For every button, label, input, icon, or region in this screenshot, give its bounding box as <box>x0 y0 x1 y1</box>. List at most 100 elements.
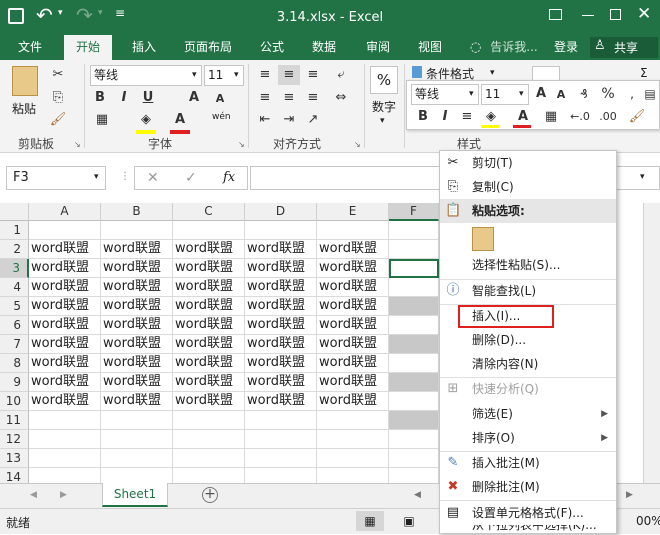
row-header[interactable]: 11 <box>0 411 29 430</box>
cell[interactable] <box>245 221 317 240</box>
cell[interactable]: word联盟 <box>29 259 101 278</box>
mini-increase-decimal-icon[interactable]: .00 <box>597 107 619 127</box>
new-sheet-icon[interactable]: + <box>202 487 218 503</box>
cell[interactable]: word联盟 <box>173 278 245 297</box>
ribbon-display-icon[interactable] <box>549 9 562 20</box>
hscroll-left-icon[interactable]: ◀ <box>414 490 421 500</box>
cell[interactable]: word联盟 <box>173 259 245 278</box>
cell[interactable]: word联盟 <box>101 316 173 335</box>
cell[interactable]: word联盟 <box>173 240 245 259</box>
font-color-icon[interactable]: A <box>170 110 190 130</box>
name-box[interactable]: F3 <box>6 166 106 190</box>
cell[interactable]: word联盟 <box>317 240 389 259</box>
cell[interactable]: word联盟 <box>317 392 389 411</box>
align-center-icon[interactable]: ≡ <box>278 88 300 108</box>
row-header[interactable]: 1 <box>0 221 29 240</box>
cell[interactable]: word联盟 <box>245 335 317 354</box>
tab-data[interactable]: 数据 <box>302 35 346 60</box>
tab-insert[interactable]: 插入 <box>122 35 166 60</box>
underline-icon[interactable]: U <box>138 88 158 108</box>
sheet-tab-sheet1[interactable]: Sheet1 <box>102 483 168 507</box>
tab-page-layout[interactable]: 页面布局 <box>176 35 240 60</box>
sum-icon[interactable]: Σ <box>640 66 648 80</box>
cell[interactable] <box>101 449 173 468</box>
bottom-align-icon[interactable]: ≡ <box>302 65 324 85</box>
menu-item-sort[interactable]: 排序(O) ▶ <box>440 426 616 450</box>
cell[interactable] <box>317 411 389 430</box>
mini-decrease-decimal-icon[interactable]: ←.0 <box>569 107 591 127</box>
menu-item-smart-lookup[interactable]: ⓘ 智能查找(L) <box>440 279 616 303</box>
insert-function-icon[interactable]: fx <box>223 170 235 185</box>
cell[interactable] <box>389 278 439 297</box>
cell[interactable]: word联盟 <box>173 297 245 316</box>
cell[interactable]: word联盟 <box>173 316 245 335</box>
cell[interactable]: word联盟 <box>245 316 317 335</box>
column-header-c[interactable]: C <box>173 203 245 221</box>
cell[interactable]: word联盟 <box>101 335 173 354</box>
menu-item-delete-comment[interactable]: ✖ 删除批注(M) <box>440 475 616 499</box>
enter-formula-icon[interactable]: ✓ <box>185 170 197 186</box>
phonetic-icon[interactable]: wén <box>212 112 231 122</box>
cell[interactable]: word联盟 <box>317 335 389 354</box>
mini-percent-icon[interactable]: % <box>597 84 619 104</box>
mini-bold-icon[interactable]: B <box>413 107 433 127</box>
cell[interactable] <box>173 468 245 483</box>
cell[interactable]: word联盟 <box>29 392 101 411</box>
cell[interactable]: word联盟 <box>101 297 173 316</box>
tab-home[interactable]: 开始 <box>64 35 112 60</box>
cell[interactable] <box>173 411 245 430</box>
cell[interactable]: word联盟 <box>317 316 389 335</box>
cell[interactable]: word联盟 <box>245 259 317 278</box>
cell[interactable]: word联盟 <box>245 392 317 411</box>
decrease-indent-icon[interactable]: ⇤ <box>254 110 276 130</box>
cell[interactable]: word联盟 <box>173 354 245 373</box>
cell[interactable] <box>29 221 101 240</box>
row-header[interactable]: 10 <box>0 392 29 411</box>
paste-icon[interactable] <box>12 66 38 96</box>
cell[interactable] <box>29 449 101 468</box>
cell[interactable]: word联盟 <box>29 278 101 297</box>
next-sheet-icon[interactable]: ▶ <box>60 490 67 500</box>
cell[interactable] <box>245 411 317 430</box>
menu-item-filter[interactable]: 筛选(E) ▶ <box>440 402 616 426</box>
share-button[interactable]: ♙ 共享 <box>590 37 658 58</box>
prev-sheet-icon[interactable]: ◀ <box>30 490 37 500</box>
shrink-font-icon[interactable]: A <box>210 89 230 109</box>
mini-font-color-icon[interactable]: A <box>513 107 533 127</box>
align-left-icon[interactable]: ≡ <box>254 88 276 108</box>
cell[interactable] <box>245 449 317 468</box>
copy-icon[interactable]: ⎘ <box>48 88 68 108</box>
cell[interactable] <box>173 221 245 240</box>
cell[interactable]: word联盟 <box>29 373 101 392</box>
cell[interactable]: word联盟 <box>317 354 389 373</box>
cell[interactable]: word联盟 <box>245 278 317 297</box>
row-header[interactable]: 4 <box>0 278 29 297</box>
cell[interactable]: word联盟 <box>245 354 317 373</box>
cell[interactable]: word联盟 <box>317 259 389 278</box>
cell[interactable] <box>389 297 439 316</box>
cancel-formula-icon[interactable]: ✕ <box>147 170 159 186</box>
column-header-d[interactable]: D <box>245 203 317 221</box>
column-header-b[interactable]: B <box>101 203 173 221</box>
increase-indent-icon[interactable]: ⇥ <box>278 110 300 130</box>
cell[interactable]: word联盟 <box>173 392 245 411</box>
align-right-icon[interactable]: ≡ <box>302 88 324 108</box>
cell[interactable] <box>245 430 317 449</box>
cell[interactable]: word联盟 <box>245 373 317 392</box>
menu-item-delete[interactable]: 删除(D)... <box>440 328 616 352</box>
orientation-icon[interactable]: ↗ <box>302 110 324 130</box>
customize-qat-icon[interactable]: ≡ <box>115 6 125 20</box>
number-dropdown-icon[interactable]: ▾ <box>380 116 385 126</box>
cell[interactable] <box>389 316 439 335</box>
row-header[interactable]: 5 <box>0 297 29 316</box>
signin-link[interactable]: 登录 <box>548 35 584 60</box>
middle-align-icon[interactable]: ≡ <box>278 65 300 85</box>
maximize-icon[interactable] <box>610 9 621 20</box>
zoom-level[interactable]: 00% <box>636 514 660 528</box>
cell[interactable] <box>173 430 245 449</box>
vertical-scrollbar[interactable] <box>643 203 660 483</box>
row-header[interactable]: 6 <box>0 316 29 335</box>
mini-shrink-font-icon[interactable]: A <box>551 85 571 105</box>
cell[interactable] <box>317 221 389 240</box>
cell[interactable]: word联盟 <box>173 335 245 354</box>
